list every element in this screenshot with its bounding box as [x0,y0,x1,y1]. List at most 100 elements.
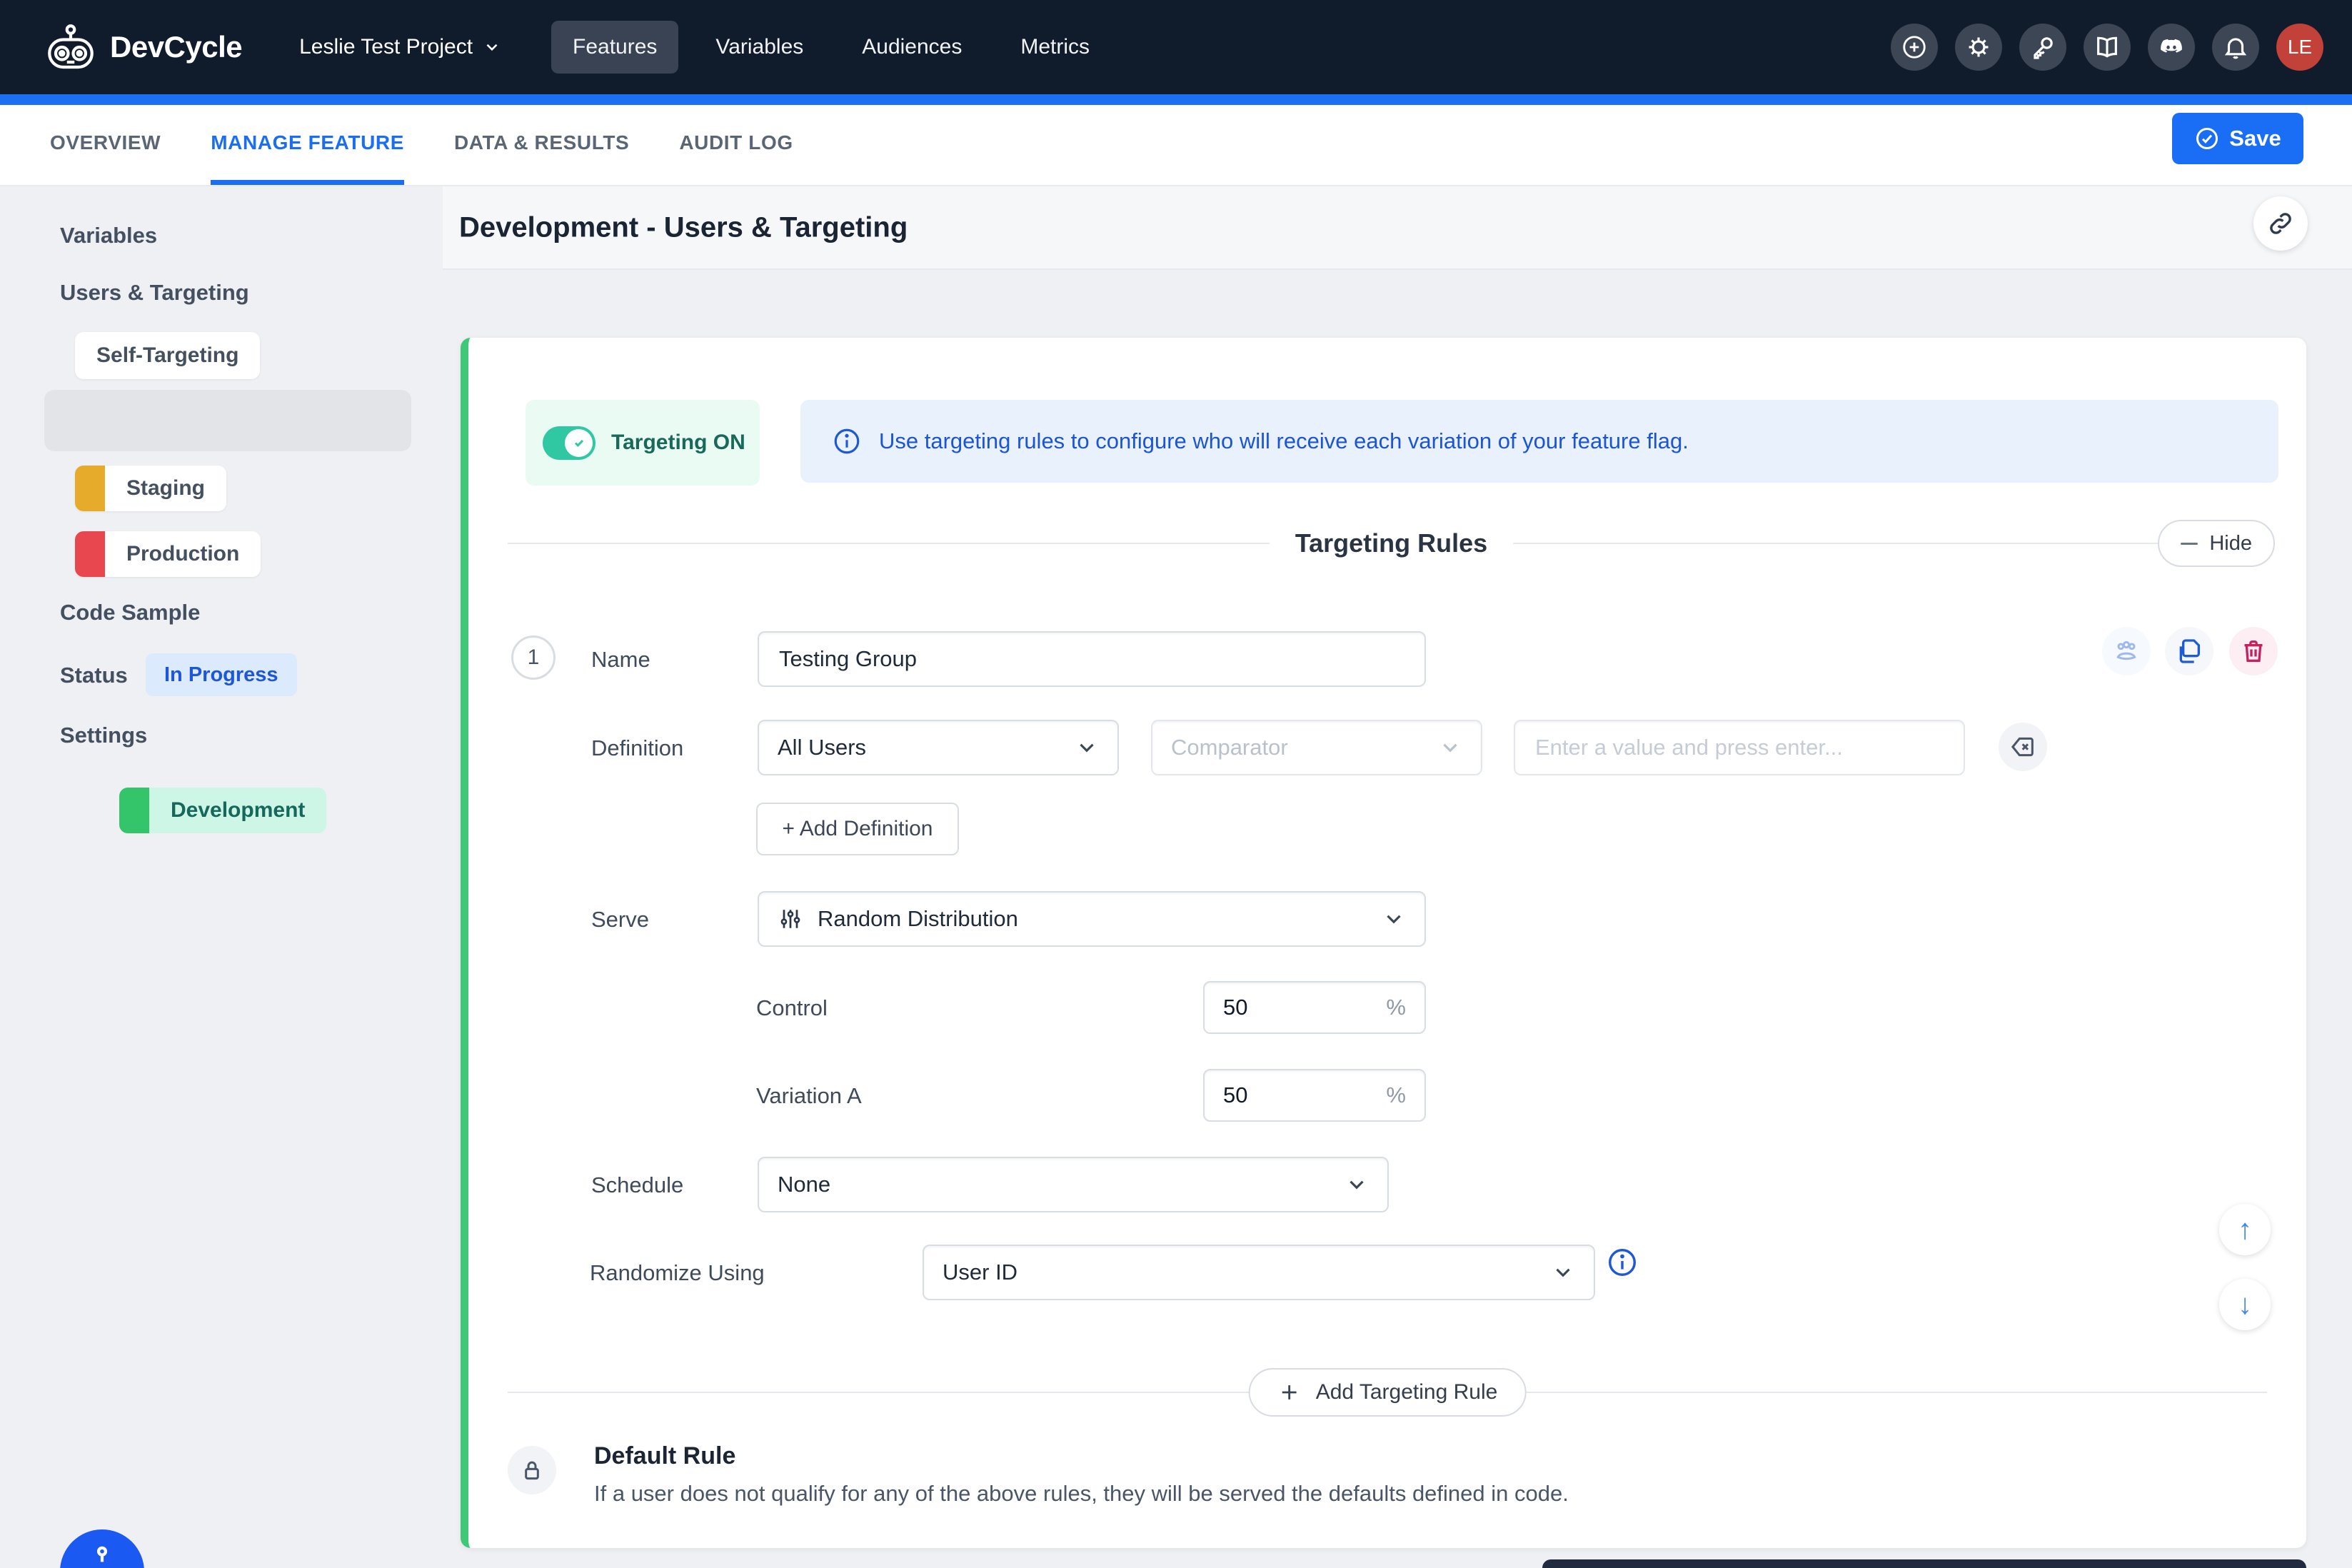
comparator-select[interactable]: Comparator [1151,720,1482,775]
plus-icon [1277,1380,1302,1404]
development-env-pill: Development [119,788,326,833]
sidebar-status-label: Status [60,663,128,688]
default-rule-description: If a user does not qualify for any of th… [594,1481,1569,1507]
sidebar-item-development[interactable]: Development [44,390,411,451]
randomize-info-button[interactable] [1605,1246,1639,1280]
check-circle-icon [2194,126,2220,151]
gear-icon [1965,34,1992,61]
notifications-button[interactable] [2212,24,2259,71]
randomize-using-select[interactable]: User ID [923,1245,1595,1300]
check-icon [571,434,588,451]
rule-number-badge: 1 [511,635,556,680]
sidebar-item-code-sample[interactable]: Code Sample [60,600,200,625]
project-selector[interactable]: Leslie Test Project [299,35,501,59]
sidebar-item-production[interactable]: Production [75,531,261,577]
robot-logo-icon [43,22,99,72]
add-targeting-rule-button[interactable]: Add Targeting Rule [1249,1368,1527,1417]
nav-item-variables[interactable]: Variables [694,21,825,74]
development-color-swatch [119,788,149,833]
sidebar-item-variables[interactable]: Variables [60,223,157,248]
definition-label: Definition [591,735,683,761]
bell-icon [2222,34,2249,61]
serve-label: Serve [591,907,649,933]
targeting-toggle-wrap: Targeting ON [526,400,760,486]
arrow-up-icon: ↑ [2238,1214,2252,1246]
help-widget-button[interactable] [60,1529,144,1568]
settings-button[interactable] [1955,24,2002,71]
nav-item-features[interactable]: Features [551,21,678,74]
variation-a-label: Variation A [756,1083,862,1109]
chevron-down-icon [1551,1260,1575,1285]
variation-a-percentage-input[interactable] [1223,1082,1386,1108]
nav-item-audiences[interactable]: Audiences [840,21,983,74]
tab-manage-feature[interactable]: MANAGE FEATURE [211,105,404,185]
percent-suffix: % [1386,995,1406,1020]
scroll-up-button[interactable]: ↑ [2219,1204,2271,1255]
targeting-toggle[interactable] [543,426,595,460]
sliders-icon [778,906,803,932]
sidebar-item-users-targeting[interactable]: Users & Targeting [60,280,249,306]
add-circle-button[interactable] [1891,24,1938,71]
backspace-icon [2009,733,2037,761]
devcycle-app: DevCycle Leslie Test Project Features Va… [0,0,2352,1568]
book-icon [2094,34,2121,61]
info-banner-text: Use targeting rules to configure who wil… [879,428,1689,454]
randomize-using-label: Randomize Using [590,1260,765,1286]
discord-icon [2158,34,2185,61]
toggle-knob [565,429,593,457]
audience-select[interactable]: All Users [758,720,1119,775]
top-navigation: DevCycle Leslie Test Project Features Va… [0,0,2352,94]
audience-save-button[interactable] [2102,627,2151,675]
production-color-swatch [75,531,105,577]
clear-definition-button[interactable] [1999,723,2047,771]
sidebar-item-settings[interactable]: Settings [60,723,147,748]
copy-icon [2175,637,2203,665]
people-group-icon [2112,637,2141,665]
rule-name-input[interactable] [758,631,1426,687]
api-keys-button[interactable] [2019,24,2066,71]
partially-visible-bottom-panel [1542,1559,2306,1568]
chevron-down-icon [483,38,501,56]
info-banner: Use targeting rules to configure who wil… [800,400,2278,483]
info-icon [1606,1246,1639,1279]
add-definition-button[interactable]: + Add Definition [756,803,959,855]
scroll-down-button[interactable]: ↓ [2219,1279,2271,1330]
chevron-down-icon [1382,907,1406,931]
accent-strip [0,94,2352,105]
duplicate-rule-button[interactable] [2165,627,2213,675]
default-rule-lock [508,1446,556,1494]
nav-icon-group: LE [1891,24,2323,71]
definition-value-input[interactable] [1514,720,1965,775]
link-icon [2266,209,2295,238]
control-percentage-input[interactable] [1223,995,1386,1020]
control-percentage-field: % [1203,981,1426,1034]
robot-mascot-icon [76,1541,128,1568]
section-titlebar: Development - Users & Targeting [443,186,2352,270]
sidebar-item-staging[interactable]: Staging [75,466,226,511]
nav-item-metrics[interactable]: Metrics [999,21,1111,74]
sidebar-item-self-targeting[interactable]: Self-Targeting [75,332,260,379]
docs-button[interactable] [2084,24,2131,71]
tab-overview[interactable]: OVERVIEW [50,105,161,185]
targeting-rules-title: Targeting Rules [1270,528,1513,558]
devcycle-logo: DevCycle [43,22,242,72]
lock-icon [518,1456,546,1484]
discord-button[interactable] [2148,24,2195,71]
schedule-select[interactable]: None [758,1157,1389,1212]
serve-select[interactable]: Random Distribution [758,891,1426,947]
default-rule-title: Default Rule [594,1442,735,1470]
tab-audit-log[interactable]: AUDIT LOG [679,105,793,185]
staging-color-swatch [75,466,105,511]
copy-link-button[interactable] [2253,196,2308,251]
save-button[interactable]: Save [2172,113,2303,164]
chevron-down-icon [1345,1172,1369,1197]
minus-icon [2181,543,2198,545]
info-icon [832,426,862,456]
delete-rule-button[interactable] [2229,627,2278,675]
primary-nav: Features Variables Audiences Metrics [551,21,1111,74]
tab-data-results[interactable]: DATA & RESULTS [454,105,629,185]
targeting-rules-header: Targeting Rules Hide [508,520,2275,567]
user-avatar[interactable]: LE [2276,24,2323,71]
hide-rules-button[interactable]: Hide [2158,520,2275,567]
plus-circle-icon [1901,34,1928,61]
